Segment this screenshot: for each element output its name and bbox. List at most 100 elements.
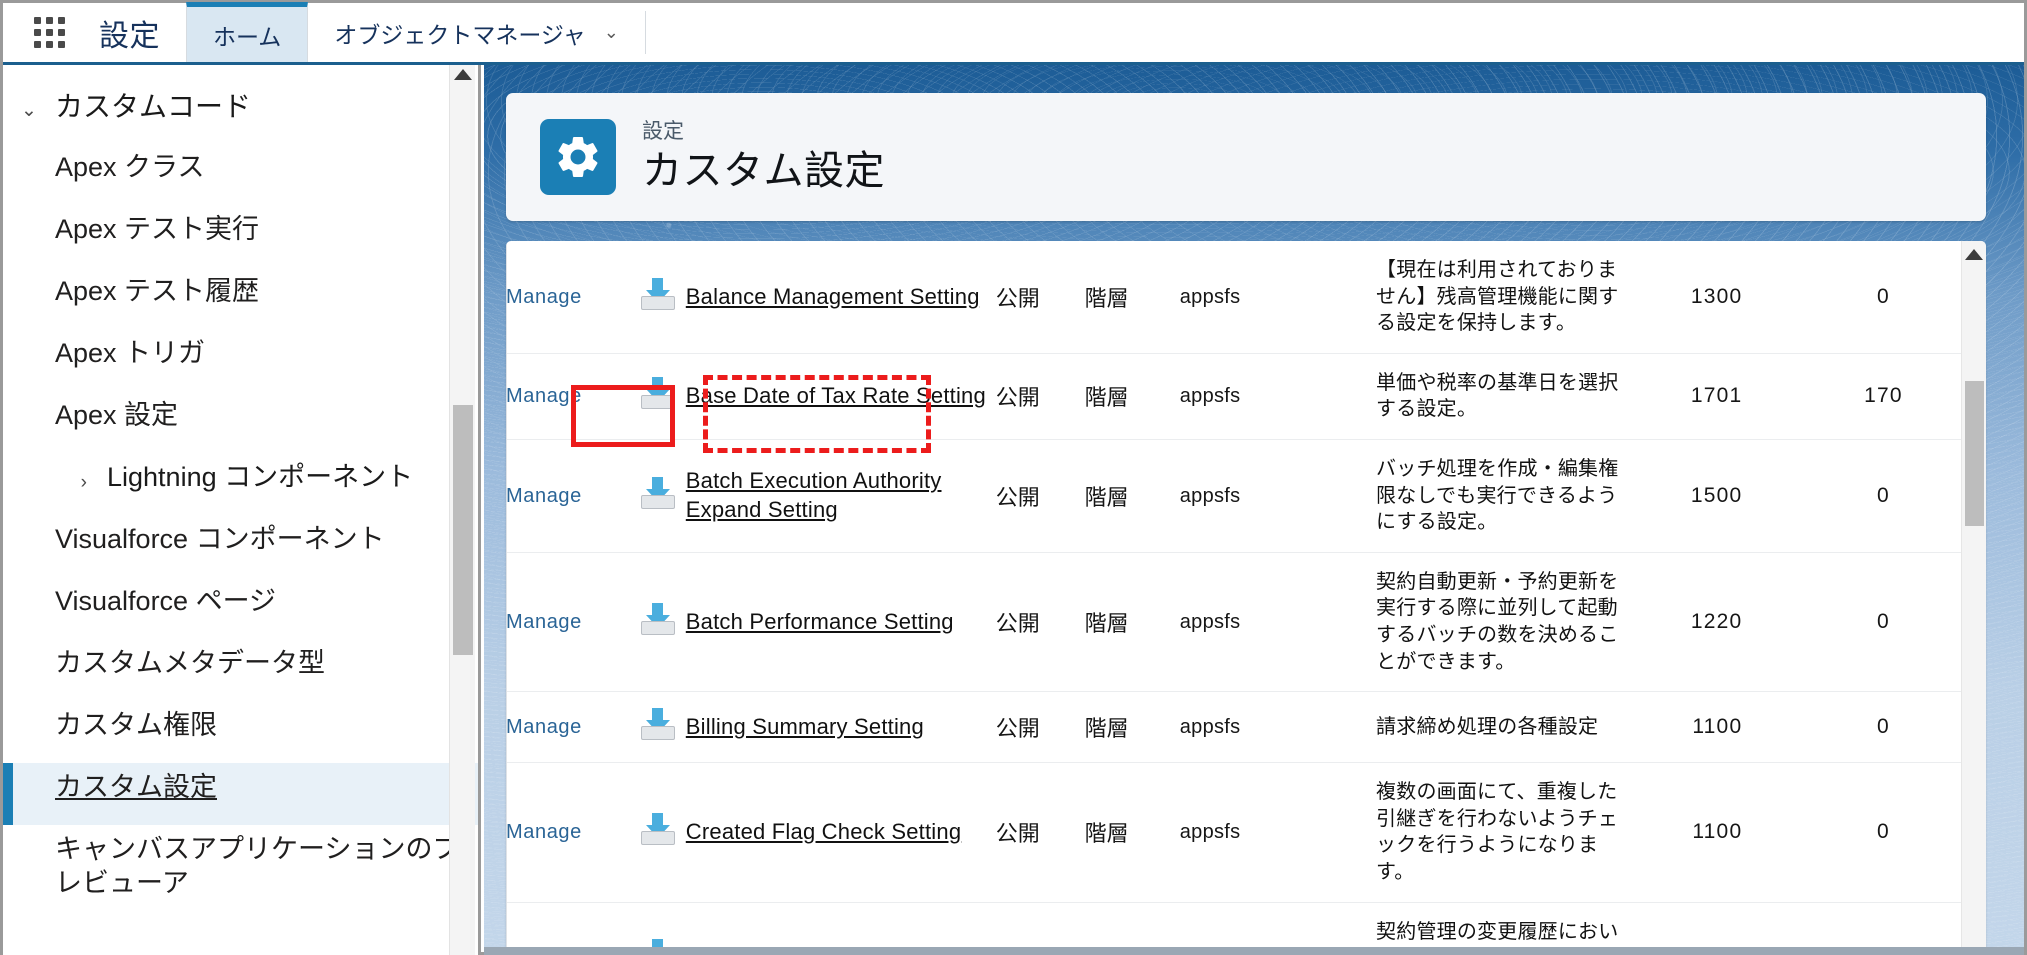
tab-home[interactable]: ホーム <box>186 2 309 62</box>
download-icon[interactable] <box>640 476 675 509</box>
type-value: 階層 <box>1084 610 1129 636</box>
sidebar-item-apex-test-execution[interactable]: Apex テスト実行 <box>3 205 478 267</box>
scroll-up-arrow-icon[interactable] <box>1965 249 1983 260</box>
table-row: Manage Base Date of Tax Rate Setting 公開 階層 a… <box>506 353 1961 440</box>
description-cell: 【現在は利用されておりません】残高管理機能に関する設定を保持します。 <box>1376 241 1634 353</box>
sidebar-item-label: カスタム権限 <box>55 710 217 740</box>
table-row: Manage Created Flag Check Setting 公開 階層 apps… <box>506 763 1961 902</box>
download-icon[interactable] <box>640 602 675 635</box>
type-value: 階層 <box>1084 484 1129 510</box>
sidebar-item-lightning-components[interactable]: › Lightning コンポーネント <box>3 453 478 515</box>
sidebar-item-visualforce-pages[interactable]: Visualforce ページ <box>3 577 478 639</box>
manage-link[interactable]: Manage <box>506 385 582 407</box>
description-value: 契約自動更新・予約更新を実行する際に並列して起動するバッチの数を決めることができ… <box>1376 570 1619 673</box>
visibility-cell: 公開 <box>996 439 1085 552</box>
sidebar-item-apex-classes[interactable]: Apex クラス <box>3 143 478 205</box>
visibility-cell: 公開 <box>996 353 1085 439</box>
records-cell: 0 <box>1729 692 1805 763</box>
namespace-cell: appsfs <box>1180 692 1376 763</box>
type-cell: 階層 <box>1085 692 1180 763</box>
records-value: 0 <box>1729 715 1743 739</box>
records-value: 1 <box>1729 384 1743 408</box>
table-row: Manage Balance Management Setting 公開 階層 apps… <box>506 241 1961 354</box>
manage-link[interactable]: Manage <box>506 611 582 633</box>
setting-name-link[interactable]: Base Date of Tax Rate Setting <box>686 383 986 408</box>
type-cell: 階層 <box>1085 241 1180 353</box>
sidebar-item-visualforce-components[interactable]: Visualforce コンポーネント <box>3 515 478 577</box>
download-icon[interactable] <box>640 377 675 410</box>
manage-link[interactable]: Manage <box>506 821 582 843</box>
chevron-down-icon[interactable]: ⌄ <box>3 89 55 131</box>
table-row: Manage Billing Summary Setting 公開 階層 appsfs 請… <box>506 692 1961 763</box>
page-header: 設定 カスタム設定 <box>506 93 1986 221</box>
sidebar-item-label: カスタムメタデータ型 <box>55 648 325 678</box>
total-cell: 170 <box>1806 353 1961 439</box>
list-scrollbar[interactable] <box>1961 241 1986 955</box>
manage-cell: Manage <box>506 353 630 439</box>
description-value: 請求締め処理の各種設定 <box>1376 715 1599 738</box>
total-cell: 0 <box>1806 692 1961 763</box>
visibility-value: 公開 <box>995 716 1040 742</box>
download-cell <box>630 353 686 439</box>
manage-cell: Manage <box>506 552 630 691</box>
custom-settings-table: Manage Balance Management Setting 公開 階層 apps… <box>506 241 1961 955</box>
namespace-cell: appsfs <box>1180 353 1376 439</box>
visibility-value: 公開 <box>995 385 1040 411</box>
sidebar-item-custom-metadata-types[interactable]: カスタムメタデータ型 <box>3 639 478 701</box>
manage-cell: Manage <box>506 439 630 552</box>
sidebar-item-label: Apex クラス <box>55 152 205 182</box>
download-icon[interactable] <box>640 708 675 741</box>
manage-link[interactable]: Manage <box>506 286 582 308</box>
sidebar-item-apex-settings[interactable]: Apex 設定 <box>3 391 478 453</box>
setup-title: 設定 <box>99 19 160 53</box>
description-cell: 単価や税率の基準日を選択する設定。 <box>1376 353 1634 439</box>
sidebar-item-custom-permissions[interactable]: カスタム権限 <box>3 701 478 763</box>
sidebar-item-custom-settings[interactable]: カスタム設定 <box>3 763 478 825</box>
page-header-text: 設定 カスタム設定 <box>642 120 885 193</box>
bottom-bar <box>484 947 2024 955</box>
visibility-cell: 公開 <box>996 241 1085 353</box>
setting-name-cell: Billing Summary Setting <box>686 692 996 763</box>
download-icon[interactable] <box>640 813 675 846</box>
sidebar-item-canvas-app-previewer[interactable]: キャンバスアプリケーションのプレビューア <box>3 825 478 909</box>
records-cell: 0 <box>1729 552 1805 691</box>
app-window: 設定 ホーム オブジェクトマネージャ ⌄ ⌄ カスタムコード Apex クラス … <box>0 0 2027 955</box>
tab-object-manager[interactable]: オブジェクトマネージャ ⌄ <box>308 3 644 62</box>
sidebar-item-label: Apex トリガ <box>55 338 206 368</box>
manage-link[interactable]: Manage <box>506 485 582 507</box>
tab-object-manager-label: オブジェクトマネージャ <box>334 21 586 48</box>
download-icon[interactable] <box>640 277 675 310</box>
type-cell: 階層 <box>1085 552 1180 691</box>
setting-name-link[interactable]: Created Flag Check Setting <box>686 819 961 844</box>
table-row: Manage Batch Performance Setting 公開 階層 appsf… <box>506 552 1961 692</box>
size-value: 110 <box>1692 820 1730 844</box>
sidebar-scrollbar-thumb[interactable] <box>453 405 473 655</box>
manage-link[interactable]: Manage <box>506 716 582 738</box>
size-value: 150 <box>1690 483 1730 507</box>
setting-name-cell: Batch Performance Setting <box>686 552 996 691</box>
chevron-right-icon[interactable]: › <box>3 461 107 503</box>
namespace-cell: appsfs <box>1180 763 1376 902</box>
sidebar-item-custom-code[interactable]: ⌄ カスタムコード <box>3 81 478 143</box>
chevron-down-icon[interactable]: ⌄ <box>604 22 619 43</box>
size-cell: 150 <box>1634 439 1729 552</box>
app-launcher-button[interactable] <box>3 3 73 62</box>
sidebar-scrollbar[interactable] <box>449 65 475 955</box>
setting-name-link[interactable]: Balance Management Setting <box>686 284 980 309</box>
description-value: 複数の画面にて、重複した引継ぎを行わないようチェックを行うようになります。 <box>1376 781 1619 883</box>
main-content-area: 設定 カスタム設定 Manage Balance Management Setti… <box>484 65 2024 955</box>
description-cell: 契約自動更新・予約更新を実行する際に並列して起動するバッチの数を決めることができ… <box>1376 552 1634 691</box>
nav-divider <box>644 11 646 54</box>
list-scrollbar-thumb[interactable] <box>1965 381 1984 526</box>
setting-name-link[interactable]: Billing Summary Setting <box>686 714 924 739</box>
type-cell: 階層 <box>1085 439 1180 552</box>
namespace-value: appsfs <box>1179 821 1241 844</box>
sidebar-item-label: Apex 設定 <box>55 400 179 430</box>
setting-name-link[interactable]: Batch Execution Authority Expand Setting <box>686 468 942 522</box>
type-value: 階層 <box>1084 716 1129 742</box>
sidebar-item-apex-triggers[interactable]: Apex トリガ <box>3 329 478 391</box>
sidebar-item-apex-test-history[interactable]: Apex テスト履歴 <box>3 267 478 329</box>
setting-name-link[interactable]: Batch Performance Setting <box>686 609 954 634</box>
sidebar-item-label: Visualforce コンポーネント <box>55 524 385 554</box>
scroll-up-arrow-icon[interactable] <box>453 69 472 80</box>
